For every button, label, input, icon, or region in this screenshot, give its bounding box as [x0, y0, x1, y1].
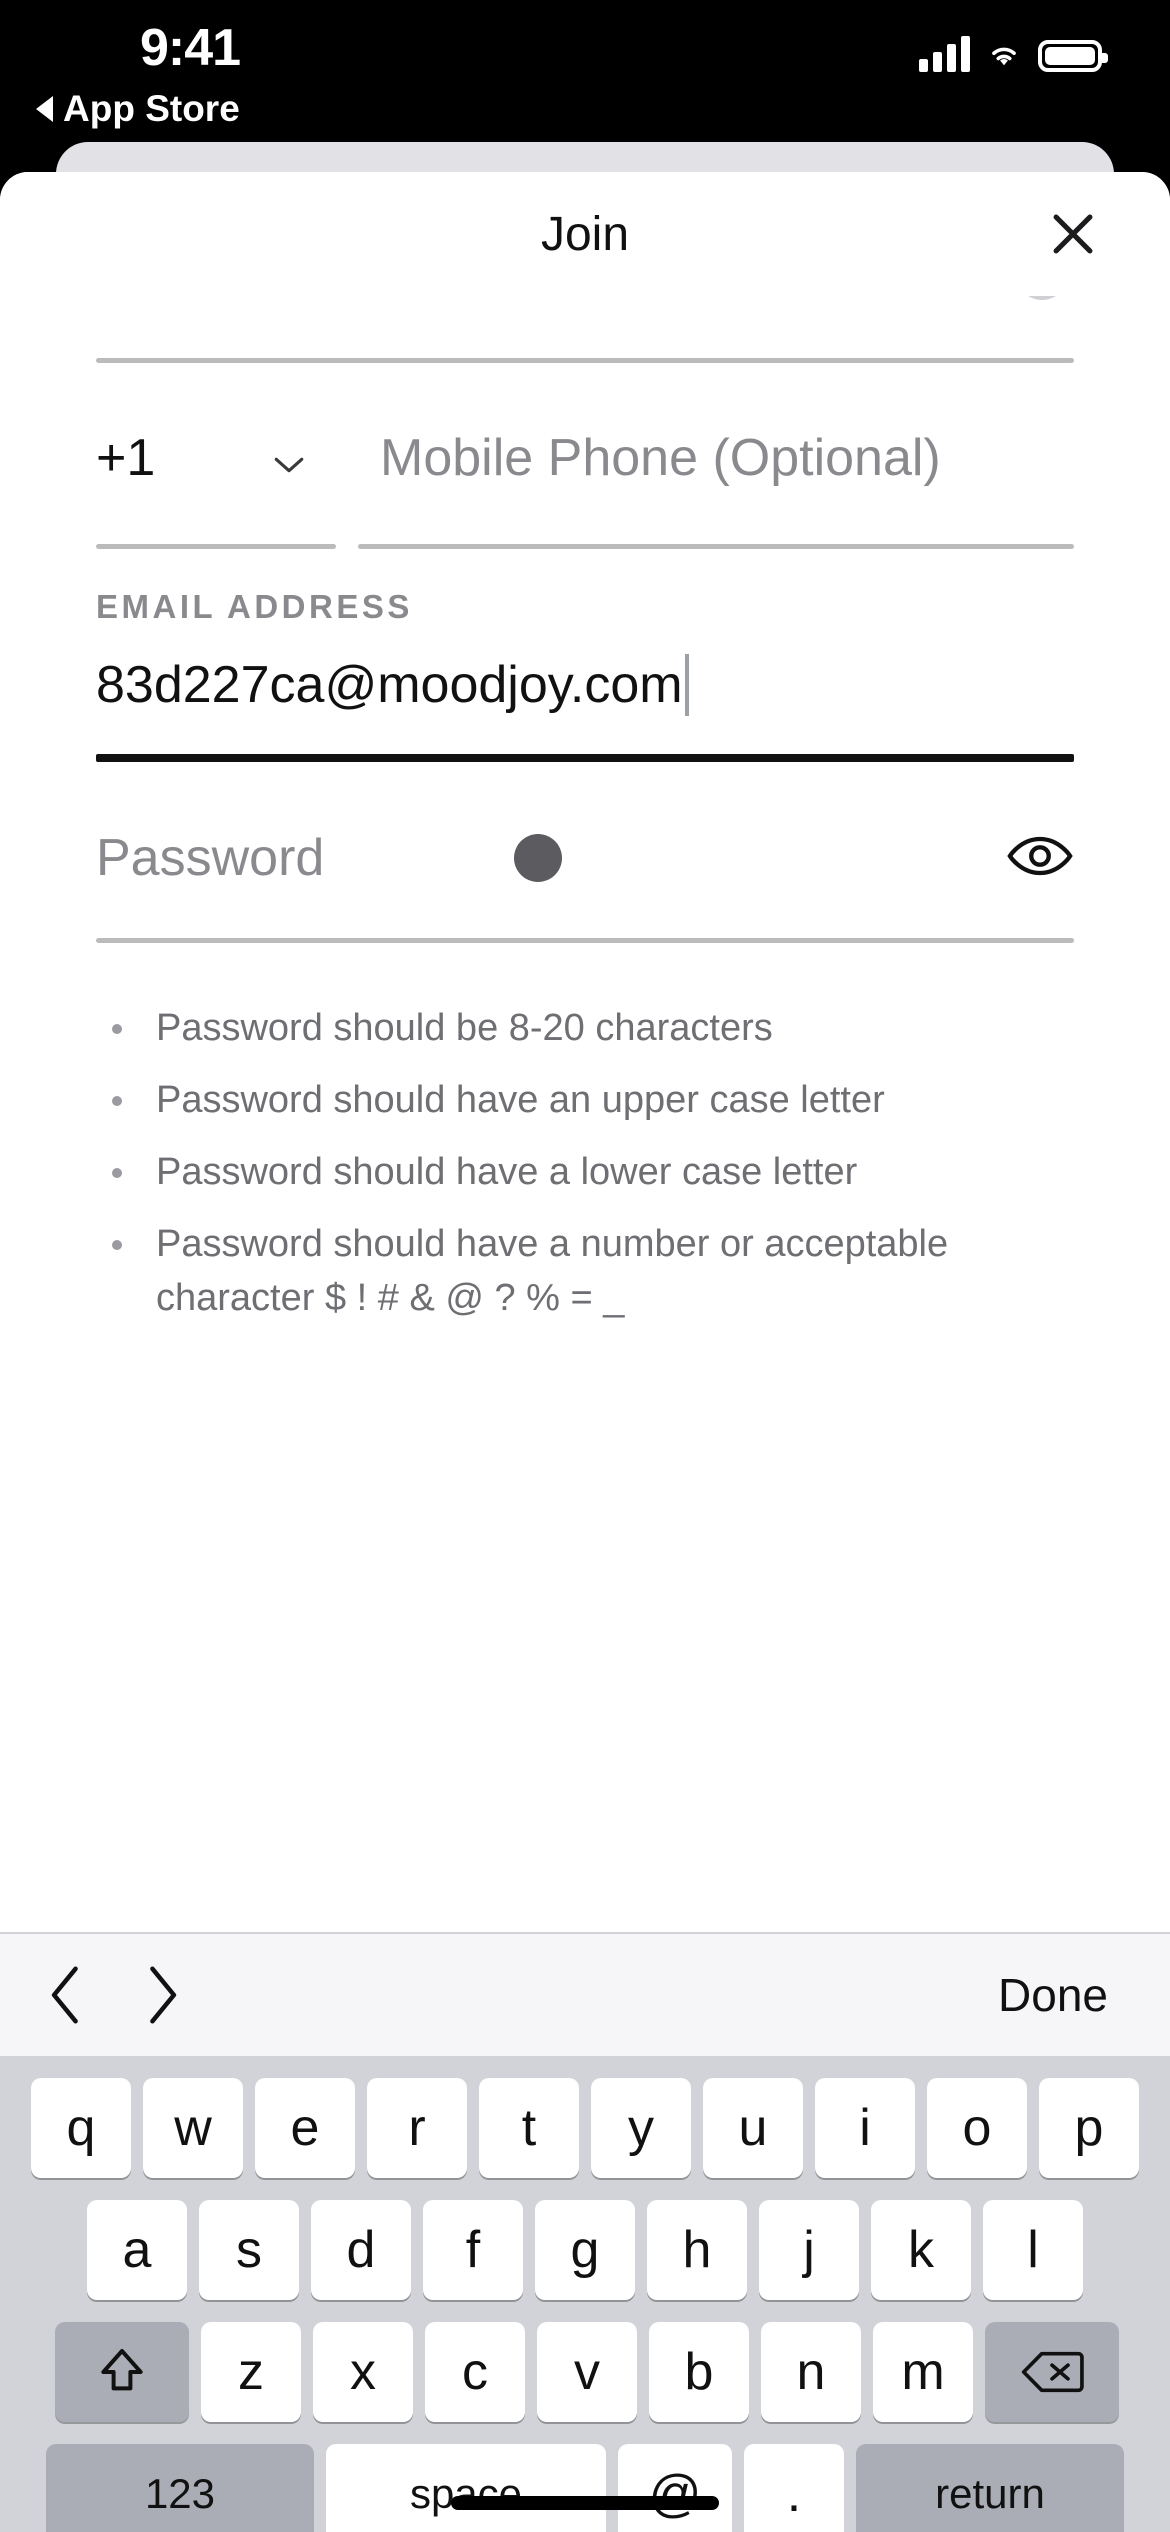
key-j[interactable]: j [759, 2200, 859, 2300]
keyboard-row-1: q w e r t y u i o p [0, 2078, 1170, 2178]
email-address-field[interactable]: 83d227ca@moodjoy.com [96, 654, 1074, 762]
key-e[interactable]: e [255, 2078, 355, 2178]
country-code-value: +1 [96, 429, 156, 487]
chevron-down-icon [274, 457, 304, 473]
page-title: Join [540, 207, 630, 261]
status-bar-time: 9:41 [140, 19, 241, 77]
keyboard-row-4: 123 space @ . return [0, 2444, 1170, 2532]
key-f[interactable]: f [423, 2200, 523, 2300]
email-underline-focused [96, 754, 1074, 762]
email-address-label: EMAIL ADDRESS [96, 588, 413, 625]
key-d[interactable]: d [311, 2200, 411, 2300]
password-requirements-list: Password should be 8-20 characters Passw… [112, 1002, 1080, 1344]
key-h[interactable]: h [647, 2200, 747, 2300]
key-y[interactable]: y [591, 2078, 691, 2178]
next-field-button[interactable] [114, 1947, 210, 2043]
keyboard-row-2: a s d f g h j k l [0, 2200, 1170, 2300]
password-field[interactable]: Password [96, 828, 1074, 888]
keyboard-accessory-bar: Done [0, 1932, 1170, 2056]
password-placeholder: Password [96, 829, 325, 887]
period-key[interactable]: . [744, 2444, 844, 2532]
done-button[interactable]: Done [998, 1968, 1108, 2022]
shift-key[interactable] [55, 2322, 189, 2422]
requirement-text: Password should have an upper case lette… [156, 1078, 885, 1121]
mobile-phone-placeholder: Mobile Phone (Optional) [380, 429, 941, 487]
key-g[interactable]: g [535, 2200, 635, 2300]
key-u[interactable]: u [703, 2078, 803, 2178]
list-item: Password should have a number or accepta… [112, 1218, 1080, 1326]
requirement-text: Password should have a lower case letter [156, 1150, 858, 1193]
back-triangle-icon [36, 96, 53, 122]
email-address-value: 83d227ca@moodjoy.com [96, 656, 683, 714]
key-t[interactable]: t [479, 2078, 579, 2178]
zip-code-value: 19904 [96, 296, 1074, 302]
backspace-key[interactable] [985, 2322, 1119, 2422]
bullet-icon [112, 1024, 122, 1034]
key-w[interactable]: w [143, 2078, 243, 2178]
chevron-left-icon [51, 1966, 78, 2024]
mobile-phone-field[interactable]: +1 Mobile Phone (Optional) [96, 428, 1074, 488]
keyboard-row-3: z x c v b n m [0, 2322, 1170, 2422]
key-i[interactable]: i [815, 2078, 915, 2178]
key-q[interactable]: q [31, 2078, 131, 2178]
requirement-text: Password should have a number or accepta… [156, 1222, 949, 1319]
status-bar-indicators [919, 36, 1108, 72]
return-key[interactable]: return [856, 2444, 1124, 2532]
key-r[interactable]: r [367, 2078, 467, 2178]
key-b[interactable]: b [649, 2322, 749, 2422]
key-n[interactable]: n [761, 2322, 861, 2422]
join-modal-sheet: Join 19904 +1 [0, 172, 1170, 2532]
wifi-icon [992, 47, 1016, 66]
space-key[interactable]: space [326, 2444, 606, 2532]
text-caret [684, 654, 689, 716]
backspace-icon [1021, 2351, 1084, 2393]
mobile-phone-underline [358, 544, 1074, 549]
list-item: Password should have a lower case letter [112, 1146, 1080, 1200]
status-bar: 9:41 App Store [0, 0, 1170, 152]
mobile-phone-input[interactable]: Mobile Phone (Optional) [380, 428, 1074, 488]
phone-underlines [96, 544, 1074, 549]
back-to-app-store-link[interactable]: App Store [36, 88, 240, 130]
bullet-icon [112, 1095, 122, 1106]
key-s[interactable]: s [199, 2200, 299, 2300]
key-c[interactable]: c [425, 2322, 525, 2422]
previous-field-button[interactable] [18, 1947, 114, 2043]
close-icon [1053, 214, 1093, 254]
key-p[interactable]: p [1039, 2078, 1139, 2178]
eye-icon [1007, 836, 1073, 875]
chevron-right-icon [150, 1966, 177, 2024]
password-strength-dot [514, 834, 563, 882]
cellular-signal-icon [919, 36, 970, 72]
back-label: App Store [63, 88, 240, 129]
key-m[interactable]: m [873, 2322, 973, 2422]
zip-underline [96, 358, 1074, 363]
bullet-icon [112, 1239, 122, 1250]
password-underline [96, 938, 1074, 943]
key-z[interactable]: z [201, 2322, 301, 2422]
phone-screen: 9:41 App Store Join +1 Mobile Phone (Opt… [0, 0, 1170, 2532]
key-a[interactable]: a [87, 2200, 187, 2300]
modal-header: Join [0, 172, 1170, 296]
bullet-icon [112, 1167, 122, 1178]
key-x[interactable]: x [313, 2322, 413, 2422]
onscreen-keyboard: q w e r t y u i o p a s d f g h j k l z … [0, 2056, 1170, 2532]
list-item: Password should have an upper case lette… [112, 1074, 1080, 1128]
close-button[interactable] [1038, 199, 1108, 269]
battery-icon [1038, 40, 1108, 72]
list-item: Password should be 8-20 characters [112, 1002, 1080, 1056]
key-v[interactable]: v [537, 2322, 637, 2422]
home-indicator [451, 2496, 719, 2510]
shift-icon [101, 2349, 143, 2391]
at-key[interactable]: @ [618, 2444, 732, 2532]
key-l[interactable]: l [983, 2200, 1083, 2300]
numbers-key[interactable]: 123 [46, 2444, 314, 2532]
toggle-password-visibility-button[interactable] [1006, 834, 1074, 883]
key-o[interactable]: o [927, 2078, 1027, 2178]
requirement-text: Password should be 8-20 characters [156, 1007, 773, 1049]
zip-code-field[interactable]: 19904 [96, 296, 1074, 302]
country-code-underline [96, 544, 336, 549]
country-code-select[interactable]: +1 [96, 428, 358, 488]
key-k[interactable]: k [871, 2200, 971, 2300]
